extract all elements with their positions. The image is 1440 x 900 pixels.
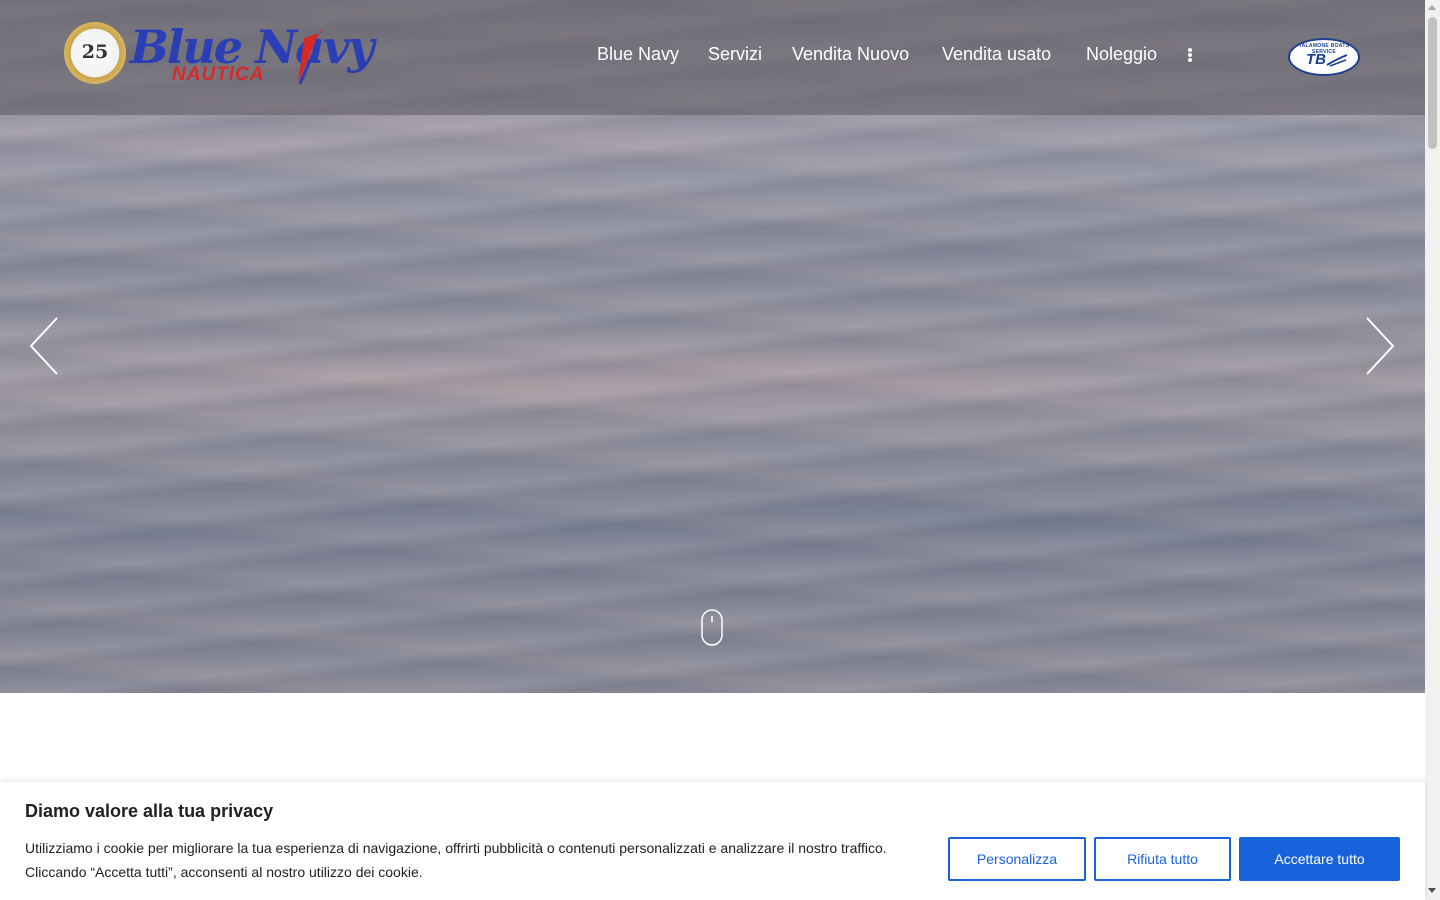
- scroll-down-icon[interactable]: [1428, 888, 1436, 893]
- nav-item-blue-navy[interactable]: Blue Navy: [597, 44, 679, 65]
- reject-all-button[interactable]: Rifiuta tutto: [1094, 837, 1231, 881]
- anniversary-badge: 25: [64, 22, 126, 84]
- cookie-banner: Diamo valore alla tua privacy Utilizziam…: [0, 782, 1425, 900]
- kebab-vertical-icon[interactable]: [1186, 48, 1194, 64]
- cookie-text: Utilizziamo i cookie per migliorare la t…: [25, 840, 887, 880]
- nav-item-noleggio[interactable]: Noleggio: [1086, 44, 1157, 65]
- customize-button[interactable]: Personalizza: [948, 837, 1086, 881]
- nav-item-servizi[interactable]: Servizi: [708, 44, 762, 65]
- anniversary-number: 25: [81, 41, 109, 63]
- chevron-left-icon[interactable]: [29, 317, 59, 375]
- partner-logo[interactable]: TALAMONE BOATS SERVICE TB: [1288, 38, 1360, 76]
- brand-subtitle: NAUTICA: [172, 64, 265, 85]
- scroll-up-icon[interactable]: [1428, 5, 1436, 10]
- accept-all-button[interactable]: Accettare tutto: [1239, 837, 1400, 881]
- partner-logo-initials: TB: [1306, 51, 1326, 68]
- site-logo[interactable]: 25 Blue Navy NAUTICA: [64, 20, 374, 88]
- cookie-title: Diamo valore alla tua privacy: [25, 801, 274, 821]
- boat-icon: [1326, 54, 1348, 67]
- nav-item-vendita-nuovo[interactable]: Vendita Nuovo: [792, 44, 909, 65]
- page-scrollbar[interactable]: [1425, 0, 1440, 900]
- scrollbar-thumb[interactable]: [1428, 17, 1437, 149]
- mouse-scroll-icon[interactable]: [701, 609, 723, 646]
- brand-flag-icon: [298, 30, 322, 85]
- nav-item-vendita-usato[interactable]: Vendita usato: [942, 44, 1051, 65]
- chevron-right-icon[interactable]: [1365, 317, 1395, 375]
- site-header: 25 Blue Navy NAUTICA Blue Navy Servizi V…: [0, 0, 1425, 115]
